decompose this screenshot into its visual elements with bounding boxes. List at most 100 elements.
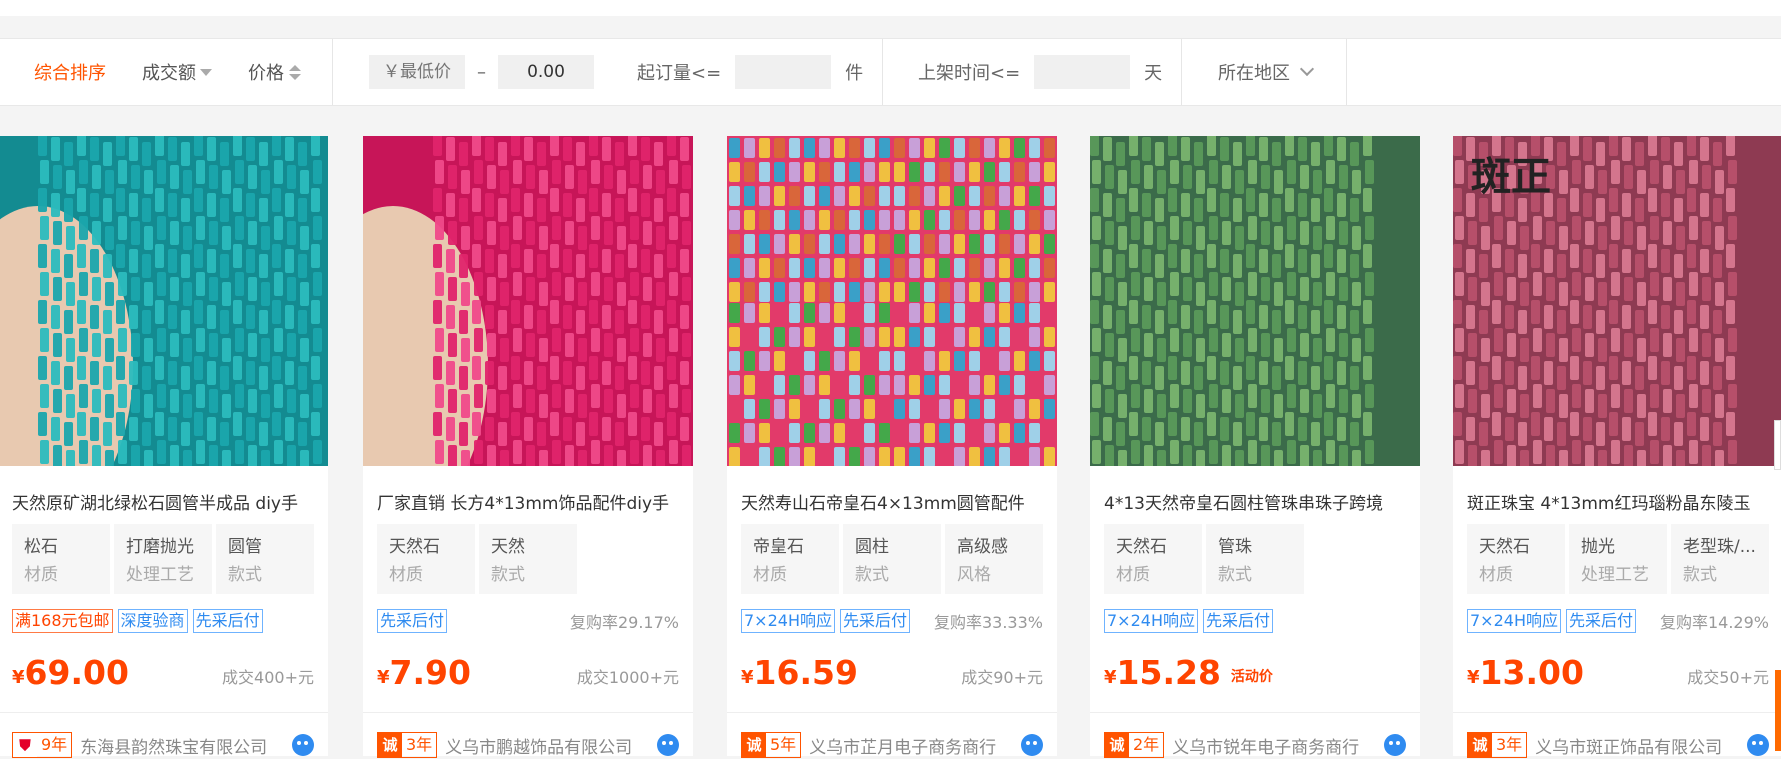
product-card[interactable]: 天然原矿湖北绿松石圆管半成品 diy手 松石 材质 打磨抛光 处理工艺 圆管 款式 满168元… bbox=[0, 136, 328, 758]
listing-time-label: 上架时间<= bbox=[918, 63, 1021, 84]
product-image[interactable] bbox=[727, 136, 1057, 466]
product-title[interactable]: 天然原矿湖北绿松石圆管半成品 diy手 bbox=[12, 492, 314, 516]
product-image[interactable]: 斑正 bbox=[1453, 136, 1781, 466]
price-row: ¥15.28 活动价 bbox=[1104, 652, 1406, 692]
attribute-chip: 抛光 处理工艺 bbox=[1569, 524, 1667, 594]
product-title[interactable]: 4*13天然帝皇石圆柱管珠串珠子跨境 bbox=[1104, 492, 1406, 516]
attribute-key: 处理工艺 bbox=[1581, 565, 1649, 585]
service-tag: 先采后付 bbox=[1565, 609, 1636, 633]
sort-arrows-icon bbox=[289, 64, 301, 80]
shop-name-link[interactable]: 义乌市锐年电子商务商行 bbox=[1172, 733, 1359, 758]
attribute-key: 材质 bbox=[753, 565, 787, 585]
product-attributes: 天然石 材质 管珠 款式 bbox=[1104, 524, 1406, 594]
promo-label: 活动价 bbox=[1230, 669, 1273, 685]
price-row: ¥7.90 成交1000+元 bbox=[377, 652, 679, 692]
side-feedback-tab[interactable] bbox=[1775, 670, 1781, 751]
bead-strands-graphic bbox=[0, 136, 328, 466]
chat-icon[interactable] bbox=[292, 734, 314, 756]
bead-strands-graphic bbox=[1090, 136, 1420, 466]
sort-volume-button[interactable]: 成交额 bbox=[142, 59, 212, 85]
chat-icon[interactable] bbox=[657, 734, 679, 756]
seller-years-badge: 诚 2年 bbox=[1104, 732, 1165, 758]
product-image[interactable] bbox=[363, 136, 693, 466]
attribute-value: 圆管 bbox=[228, 537, 262, 557]
shop-row: 诚 2年 义乌市锐年电子商务商行 bbox=[1104, 731, 1406, 759]
product-title[interactable]: 厂家直销 长方4*13mm饰品配件diy手 bbox=[377, 492, 679, 516]
sales-volume: 成交90+元 bbox=[961, 668, 1043, 687]
listing-time-filter: 上架时间<= 天 bbox=[918, 39, 1162, 105]
attribute-value: 天然石 bbox=[1479, 537, 1530, 557]
product-card[interactable]: 天然寿山石帝皇石4×13mm圆管配件 帝皇石 材质 圆柱 款式 高级感 风格 7×24H响应先… bbox=[727, 136, 1057, 758]
moq-unit: 件 bbox=[845, 63, 864, 84]
shop-name-link[interactable]: 义乌市斑正饰品有限公司 bbox=[1535, 733, 1722, 758]
attribute-value: 天然石 bbox=[1116, 537, 1167, 557]
shop-name-link[interactable]: 义乌市鹏越饰品有限公司 bbox=[445, 733, 632, 758]
caret-down-icon bbox=[200, 68, 212, 76]
attribute-value: 老型珠/... bbox=[1683, 537, 1756, 557]
divider bbox=[332, 39, 333, 105]
price-range: – bbox=[369, 39, 594, 105]
chat-icon[interactable] bbox=[1384, 734, 1406, 756]
product-image[interactable] bbox=[0, 136, 328, 466]
currency-symbol: ¥ bbox=[741, 667, 754, 688]
product-title[interactable]: 斑正珠宝 4*13mm红玛瑙粉晶东陵玉 bbox=[1467, 492, 1769, 516]
top-strip bbox=[0, 0, 1781, 16]
repurchase-rate: 复购率29.17% bbox=[569, 613, 679, 632]
divider bbox=[727, 712, 1057, 713]
divider bbox=[1181, 39, 1182, 105]
repurchase-rate: 复购率33.33% bbox=[933, 613, 1043, 632]
product-attributes: 天然石 材质 抛光 处理工艺 老型珠/... 款式 bbox=[1467, 524, 1769, 594]
currency-symbol: ¥ bbox=[1104, 667, 1117, 688]
product-attributes: 松石 材质 打磨抛光 处理工艺 圆管 款式 bbox=[12, 524, 314, 594]
service-tag: 7×24H响应 bbox=[1104, 609, 1198, 633]
attribute-key: 材质 bbox=[1116, 565, 1150, 585]
cheng-icon: 诚 bbox=[1468, 733, 1492, 757]
seller-years: 5年 bbox=[770, 735, 797, 754]
chat-icon[interactable] bbox=[1021, 734, 1043, 756]
cheng-icon: 诚 bbox=[378, 733, 402, 757]
attribute-key: 款式 bbox=[855, 565, 889, 585]
sort-price-button[interactable]: 价格 bbox=[248, 59, 301, 85]
attribute-value: 松石 bbox=[24, 537, 58, 557]
product-card[interactable]: 厂家直销 长方4*13mm饰品配件diy手 天然石 材质 天然 款式 先采后付 复购率29.… bbox=[363, 136, 693, 759]
attribute-value: 高级感 bbox=[957, 537, 1008, 557]
price-min-input[interactable] bbox=[369, 55, 465, 89]
attribute-key: 款式 bbox=[228, 565, 262, 585]
image-watermark-logo: 斑正 bbox=[1471, 153, 1551, 200]
attribute-value: 天然石 bbox=[389, 537, 440, 557]
product-card[interactable]: 4*13天然帝皇石圆柱管珠串珠子跨境 天然石 材质 管珠 款式 7×24H响应 先采后付 ¥1… bbox=[1090, 136, 1420, 759]
divider bbox=[1090, 712, 1420, 713]
side-toolbar-tab[interactable] bbox=[1774, 420, 1781, 470]
product-price: 69.00 bbox=[24, 653, 129, 692]
product-price: 16.59 bbox=[753, 653, 858, 692]
service-tags: 先采后付 复购率29.17% bbox=[377, 608, 679, 634]
service-tag: 先采后付 bbox=[192, 609, 263, 633]
moq-input[interactable] bbox=[735, 55, 832, 89]
moq-filter: 起订量<= 件 bbox=[637, 39, 863, 105]
product-card[interactable]: 斑正 斑正珠宝 4*13mm红玛瑙粉晶东陵玉 天然石 材质 抛光 处理工艺 老型珠/... 款… bbox=[1453, 136, 1781, 758]
seller-years-badge: 诚 3年 bbox=[377, 732, 438, 758]
chat-icon[interactable] bbox=[1747, 734, 1769, 756]
seller-years: 3年 bbox=[406, 735, 433, 754]
attribute-key: 材质 bbox=[24, 565, 58, 585]
region-dropdown[interactable]: 所在地区 bbox=[1218, 39, 1315, 105]
shop-name-link[interactable]: 东海县韵然珠宝有限公司 bbox=[80, 733, 267, 758]
attribute-chip: 高级感 风格 bbox=[945, 524, 1043, 594]
seller-years: 9年 bbox=[41, 735, 68, 754]
product-title[interactable]: 天然寿山石帝皇石4×13mm圆管配件 bbox=[741, 492, 1043, 516]
chevron-down-icon bbox=[1299, 61, 1315, 77]
listing-time-input[interactable] bbox=[1034, 55, 1131, 89]
attribute-chip: 天然石 材质 bbox=[1104, 524, 1202, 594]
price-row: ¥13.00 成交50+元 bbox=[1467, 652, 1769, 692]
cheng-icon: 诚 bbox=[742, 733, 766, 757]
price-max-input[interactable] bbox=[498, 55, 594, 89]
currency-symbol: ¥ bbox=[377, 667, 390, 688]
seller-years-badge: ⛊ 9年 bbox=[12, 732, 73, 758]
service-tag: 先采后付 bbox=[377, 609, 448, 633]
seller-years-badge: 诚 5年 bbox=[741, 732, 802, 758]
shop-row: 诚 3年 义乌市鹏越饰品有限公司 bbox=[377, 731, 679, 759]
shop-name-link[interactable]: 义乌市芷月电子商务商行 bbox=[809, 733, 996, 758]
product-image[interactable] bbox=[1090, 136, 1420, 466]
attribute-value: 抛光 bbox=[1581, 537, 1615, 557]
sort-default-button[interactable]: 综合排序 bbox=[34, 59, 106, 85]
